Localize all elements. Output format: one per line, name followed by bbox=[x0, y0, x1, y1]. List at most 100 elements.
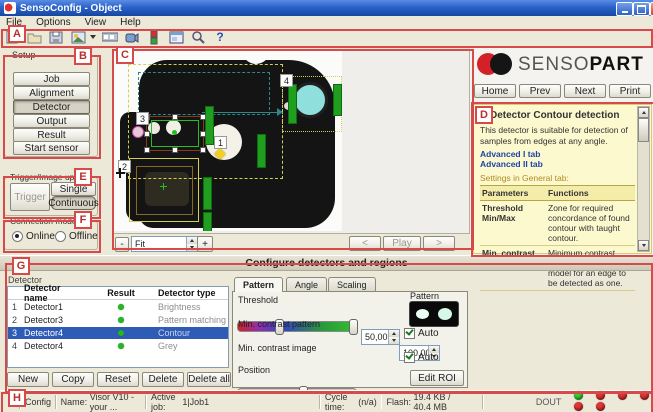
help-icon[interactable]: ? bbox=[212, 30, 228, 45]
reset-button[interactable]: Reset bbox=[97, 372, 139, 387]
menu-view[interactable]: View bbox=[85, 17, 107, 28]
zoom-icon[interactable] bbox=[190, 30, 206, 45]
dout-led bbox=[618, 391, 627, 400]
roi-badge-1: 1 bbox=[214, 136, 227, 149]
threshold-min-value: 50,00 bbox=[365, 332, 388, 342]
trigger-button[interactable]: Trigger bbox=[10, 183, 50, 211]
menu-options[interactable]: Options bbox=[36, 17, 70, 28]
roi-badge-3: 3 bbox=[136, 112, 149, 125]
status-name: Visor V10 - your ... bbox=[90, 392, 142, 412]
zoom-mode-select[interactable]: Fit bbox=[131, 236, 198, 252]
next-frame-button[interactable]: > bbox=[423, 236, 455, 251]
roi-teach-teal bbox=[138, 72, 270, 115]
setup-button-result[interactable]: Result bbox=[13, 128, 90, 142]
row-type: Grey bbox=[156, 341, 228, 351]
help-link-advanced1[interactable]: Advanced I tab bbox=[480, 149, 540, 159]
image-select-icon[interactable] bbox=[70, 30, 86, 45]
help-body: This detector is suitable for detection … bbox=[480, 125, 632, 146]
delete-button[interactable]: Delete bbox=[142, 372, 184, 387]
detector-row-3-selected[interactable]: 3 Detector4 Contour bbox=[8, 327, 228, 339]
row-num: 3 bbox=[8, 328, 21, 338]
maximize-button[interactable] bbox=[633, 2, 650, 16]
roi-handle[interactable] bbox=[200, 131, 206, 137]
help-func-threshold: Zone for required concordance of found c… bbox=[546, 201, 635, 245]
help-title: Detector Contour detection bbox=[490, 110, 619, 121]
col-detector-name[interactable]: Detector name bbox=[21, 283, 86, 303]
param-tabs: Pattern Angle Scaling bbox=[234, 277, 464, 291]
roi-badge-4: 4 bbox=[280, 74, 293, 87]
status-flash: 19.4 KB / 40.4 MB bbox=[414, 392, 465, 412]
online-radio-label: Online bbox=[26, 231, 55, 242]
threshold-min-spinbox[interactable]: 50,00 bbox=[361, 329, 400, 345]
help-col-functions: Functions bbox=[546, 186, 635, 200]
save-icon[interactable] bbox=[48, 30, 64, 45]
delete-all-button[interactable]: Delete all bbox=[187, 372, 231, 387]
setup-button-job[interactable]: Job bbox=[13, 72, 90, 86]
camera-icon[interactable] bbox=[124, 30, 140, 45]
help-home-button[interactable]: Home bbox=[474, 84, 516, 98]
detector-row-4[interactable]: 4 Detector4 Grey bbox=[8, 340, 228, 352]
new-button[interactable]: New bbox=[7, 372, 49, 387]
contrast-pattern-label: Min. contrast pattern bbox=[238, 319, 320, 329]
zoom-out-button[interactable]: - bbox=[115, 237, 129, 252]
detector-row-1[interactable]: 1 Detector1 Brightness bbox=[8, 301, 228, 313]
status-flash-label: Flash: bbox=[386, 397, 411, 407]
image-select-dropdown-icon[interactable] bbox=[90, 35, 96, 39]
roi-center-dot bbox=[172, 130, 177, 135]
auto-label: Auto bbox=[418, 328, 439, 339]
menu-help[interactable]: Help bbox=[120, 17, 141, 28]
roi-handle[interactable] bbox=[144, 147, 150, 153]
col-detector-type[interactable]: Detector type bbox=[156, 288, 228, 298]
edge-bar bbox=[333, 84, 342, 116]
prev-frame-button[interactable]: < bbox=[349, 236, 381, 251]
roi-handle[interactable] bbox=[200, 147, 206, 153]
camera-image[interactable]: 1 2 3 4 bbox=[114, 50, 342, 231]
contrast-pattern-auto-checkbox[interactable]: Auto bbox=[404, 328, 439, 339]
status-job-label: Active job: bbox=[151, 392, 180, 412]
minimize-button[interactable] bbox=[616, 2, 633, 16]
threshold-max-handle[interactable] bbox=[349, 319, 358, 335]
help-content: Detector Contour detection This detector… bbox=[473, 104, 652, 254]
help-next-button[interactable]: Next bbox=[564, 84, 606, 98]
play-button[interactable]: Play bbox=[383, 236, 421, 251]
help-scrollbar-thumb[interactable] bbox=[638, 118, 649, 142]
help-link-advanced2[interactable]: Advanced II tab bbox=[480, 159, 543, 169]
col-result[interactable]: Result bbox=[86, 288, 156, 298]
live-toggle-icon[interactable] bbox=[146, 30, 162, 45]
detector-row-2[interactable]: 2 Detector3 Pattern matching bbox=[8, 314, 228, 326]
setup-button-detector[interactable]: Detector bbox=[13, 100, 90, 114]
auto-label: Auto bbox=[418, 352, 439, 363]
row-name: Detector4 bbox=[21, 328, 86, 338]
offline-radio[interactable]: Offline bbox=[55, 231, 98, 242]
pattern-blob-2 bbox=[438, 308, 452, 320]
help-print-button[interactable]: Print bbox=[609, 84, 651, 98]
help-scrollbar[interactable] bbox=[637, 106, 650, 252]
roi-handle[interactable] bbox=[144, 131, 150, 137]
panel-layout-icon[interactable] bbox=[168, 30, 184, 45]
setup-button-alignment[interactable]: Alignment bbox=[13, 86, 90, 100]
open-folder-icon[interactable] bbox=[26, 30, 42, 45]
pattern-preview-thumbnail bbox=[409, 301, 459, 327]
copy-button[interactable]: Copy bbox=[52, 372, 94, 387]
roi-handle[interactable] bbox=[172, 114, 178, 120]
continuous-button[interactable]: Continuous bbox=[51, 196, 96, 210]
tab-pattern[interactable]: Pattern bbox=[234, 277, 283, 292]
help-prev-button[interactable]: Prev bbox=[519, 84, 561, 98]
zoom-in-button[interactable]: + bbox=[197, 236, 213, 252]
row-num: 4 bbox=[8, 341, 21, 351]
edit-roi-button[interactable]: Edit ROI bbox=[410, 370, 464, 386]
filmstrip-icon[interactable] bbox=[102, 30, 118, 45]
tab-scaling[interactable]: Scaling bbox=[328, 277, 376, 291]
roi-handle[interactable] bbox=[200, 114, 206, 120]
pattern-blob-1 bbox=[416, 309, 429, 319]
row-name: Detector4 bbox=[21, 341, 86, 351]
roi-brown-bottom bbox=[136, 166, 193, 215]
roi-handle[interactable] bbox=[172, 147, 178, 153]
setup-group-label: Setup bbox=[9, 50, 39, 60]
setup-button-output[interactable]: Output bbox=[13, 114, 90, 128]
toolbar: ? bbox=[0, 29, 653, 45]
contrast-image-auto-checkbox[interactable]: Auto bbox=[404, 352, 439, 363]
online-radio[interactable]: Online bbox=[12, 231, 55, 242]
tab-angle[interactable]: Angle bbox=[286, 277, 327, 291]
setup-button-start-sensor[interactable]: Start sensor bbox=[13, 141, 90, 155]
